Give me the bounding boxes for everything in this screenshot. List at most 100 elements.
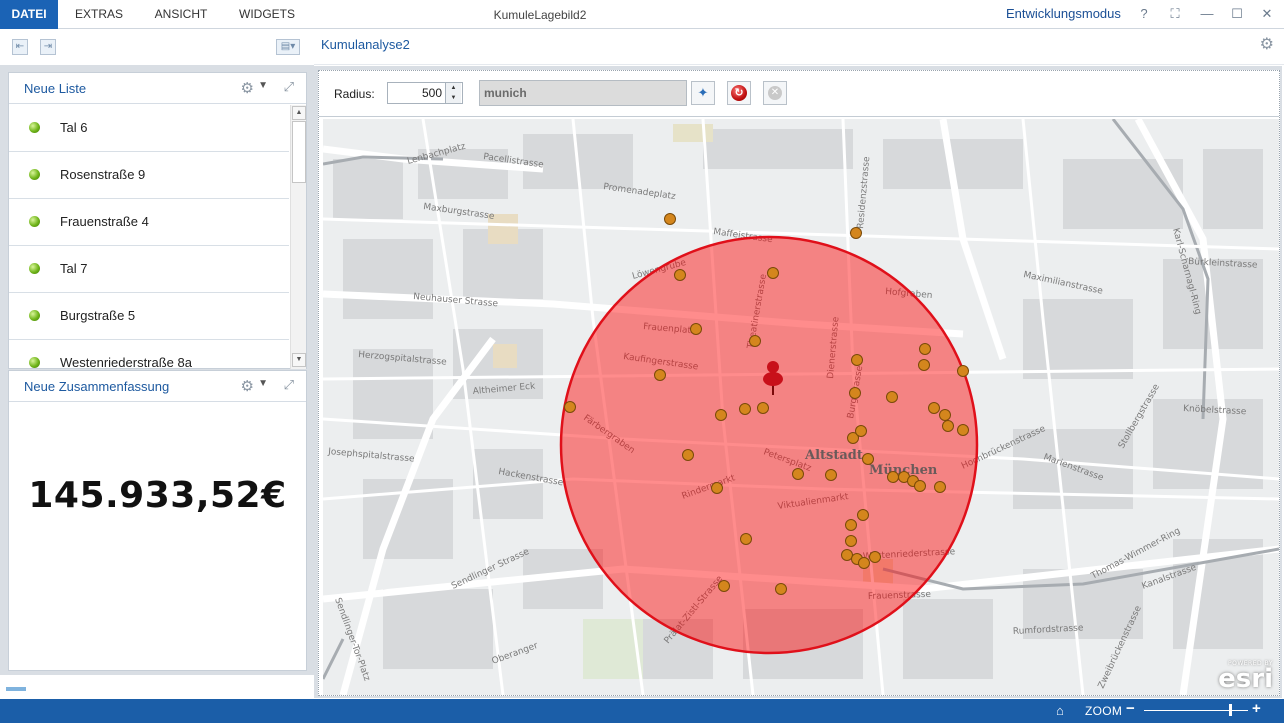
tab-widgets[interactable]: WIDGETS (230, 0, 304, 29)
risk-location-marker[interactable] (775, 583, 787, 595)
refresh-button[interactable]: ↻ (727, 81, 751, 105)
list-item[interactable]: Frauenstraße 4 (9, 199, 289, 246)
risk-location-marker[interactable] (718, 580, 730, 592)
risk-location-marker[interactable] (869, 551, 881, 563)
risk-location-marker[interactable] (845, 519, 857, 531)
map-view[interactable]: Lenbachplatz Pacellistrasse Maxburgstras… (323, 119, 1279, 695)
summary-panel-title: Neue Zusammenfassung (24, 379, 170, 394)
scroll-thumb[interactable] (292, 121, 306, 183)
risk-location-marker[interactable] (711, 482, 723, 494)
risk-location-marker[interactable] (914, 480, 926, 492)
chevron-down-icon[interactable]: ▼ (258, 80, 268, 91)
stepper-up-icon[interactable]: ▲ (446, 83, 461, 93)
clear-icon: ✕ (768, 86, 782, 100)
pick-location-button[interactable]: ✦ (691, 81, 715, 105)
risk-location-marker[interactable] (939, 409, 951, 421)
risk-location-marker[interactable] (887, 471, 899, 483)
risk-location-marker[interactable] (918, 359, 930, 371)
risk-location-marker[interactable] (957, 424, 969, 436)
risk-location-marker[interactable] (757, 402, 769, 414)
status-dot-icon (29, 357, 40, 368)
expand-icon[interactable]: ⤢ (284, 377, 294, 393)
tab-ansicht[interactable]: ANSICHT (144, 0, 218, 29)
risk-location-marker[interactable] (849, 387, 861, 399)
tab-extras[interactable]: EXTRAS (64, 0, 134, 29)
gear-icon[interactable]: ⚙ (1260, 34, 1274, 54)
risk-location-marker[interactable] (886, 391, 898, 403)
expand-icon[interactable]: ⤢ (284, 79, 294, 95)
map-canvas[interactable]: Lenbachplatz Pacellistrasse Maxburgstras… (323, 119, 1279, 695)
fullscreen-icon[interactable]: ⛶ (1163, 0, 1187, 29)
minimize-icon[interactable]: — (1195, 0, 1219, 29)
menu-bar: DATEI EXTRAS ANSICHT WIDGETS KumuleLageb… (0, 0, 1284, 29)
risk-location-marker[interactable] (767, 267, 779, 279)
risk-location-marker[interactable] (857, 509, 869, 521)
risk-location-marker[interactable] (792, 468, 804, 480)
risk-location-marker[interactable] (862, 453, 874, 465)
map-widget: Radius: ▲ ▼ ✦ ↻ ✕ (318, 70, 1280, 696)
risk-location-marker[interactable] (845, 535, 857, 547)
risk-location-marker[interactable] (654, 369, 666, 381)
close-icon[interactable]: ✕ (1255, 0, 1279, 29)
stepper-down-icon[interactable]: ▼ (446, 93, 461, 103)
expand-right-icon[interactable]: ⇥ (40, 39, 56, 55)
risk-location-marker[interactable] (664, 213, 676, 225)
dev-mode-link[interactable]: Entwicklungsmodus (1006, 0, 1121, 29)
home-icon[interactable]: ⌂ (1056, 703, 1064, 718)
risk-location-marker[interactable] (851, 354, 863, 366)
risk-location-marker[interactable] (855, 425, 867, 437)
scroll-thumb[interactable] (6, 687, 26, 691)
left-column: ⇤ ⇥ ▤▾ Neue Liste ⚙ ▼ ⤢ Tal 6 Rosenstraß… (0, 29, 314, 699)
list-item[interactable]: Tal 6 (9, 105, 289, 152)
help-icon[interactable]: ? (1132, 0, 1156, 29)
chevron-down-icon[interactable]: ▼ (258, 378, 268, 389)
list-item[interactable]: Burgstraße 5 (9, 293, 289, 340)
list-item[interactable]: Tal 7 (9, 246, 289, 293)
summary-panel-header: Neue Zusammenfassung ⚙ ▼ ⤢ (9, 371, 306, 402)
risk-location-marker[interactable] (928, 402, 940, 414)
radius-label: Radius: (334, 87, 375, 101)
zoom-slider-thumb[interactable] (1229, 704, 1233, 716)
cursor-pick-icon: ✦ (697, 85, 709, 100)
list-item-label: Frauenstraße 4 (60, 214, 149, 229)
left-horizontal-scrollbar[interactable] (0, 675, 314, 699)
layout-menu-icon[interactable]: ▤▾ (276, 39, 300, 55)
status-bar: ⌂ ZOOM − + (0, 699, 1284, 723)
zoom-out-button[interactable]: − (1126, 700, 1135, 717)
list-item[interactable]: Rosenstraße 9 (9, 152, 289, 199)
radius-stepper[interactable]: ▲ ▼ (445, 83, 461, 103)
zoom-in-button[interactable]: + (1252, 700, 1261, 717)
scroll-up-icon[interactable]: ▲ (292, 106, 306, 120)
risk-location-marker[interactable] (957, 365, 969, 377)
risk-location-marker[interactable] (825, 469, 837, 481)
radius-buffer-circle (559, 235, 979, 655)
risk-location-marker[interactable] (564, 401, 576, 413)
risk-location-marker[interactable] (739, 403, 751, 415)
gear-icon[interactable]: ⚙ (241, 377, 254, 395)
gear-icon[interactable]: ⚙ (241, 79, 254, 97)
risk-location-marker[interactable] (674, 269, 686, 281)
list-item[interactable]: Westenriederstraße 8a (9, 340, 289, 369)
risk-location-marker[interactable] (682, 449, 694, 461)
clear-button[interactable]: ✕ (763, 81, 787, 105)
risk-location-marker[interactable] (749, 335, 761, 347)
risk-location-marker[interactable] (942, 420, 954, 432)
tab-datei[interactable]: DATEI (0, 0, 58, 29)
location-input[interactable] (479, 80, 687, 106)
risk-location-marker[interactable] (841, 549, 853, 561)
summary-panel: Neue Zusammenfassung ⚙ ▼ ⤢ 145.933,52€ (8, 370, 307, 671)
scroll-down-icon[interactable]: ▼ (292, 353, 306, 367)
zoom-slider[interactable] (1144, 710, 1248, 711)
risk-location-marker[interactable] (934, 481, 946, 493)
risk-location-marker[interactable] (919, 343, 931, 355)
maximize-icon[interactable]: ☐ (1225, 0, 1249, 29)
zoom-label: ZOOM (1085, 704, 1123, 718)
risk-location-marker[interactable] (740, 533, 752, 545)
collapse-left-icon[interactable]: ⇤ (12, 39, 28, 55)
list-scrollbar[interactable]: ▲ ▼ (290, 105, 306, 369)
risk-location-marker[interactable] (715, 409, 727, 421)
status-dot-icon (29, 216, 40, 227)
risk-location-marker[interactable] (690, 323, 702, 335)
risk-location-marker[interactable] (858, 557, 870, 569)
risk-location-marker[interactable] (850, 227, 862, 239)
